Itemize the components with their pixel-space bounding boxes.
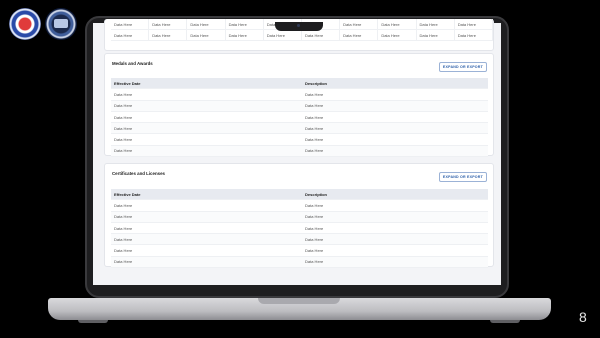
medals-section-title: Medals and Awards <box>112 61 153 66</box>
table-cell: Data Here <box>339 29 379 41</box>
table-cell: Data Here <box>302 133 488 146</box>
table-cell: Data Here <box>377 19 417 30</box>
table-cell: Data Here <box>111 29 150 41</box>
table-cell: Data Here <box>148 19 188 30</box>
certs-export-button[interactable]: EXPAND OR EXPORT <box>438 172 487 182</box>
table-row[interactable]: Data Here Data Here <box>111 100 488 112</box>
certs-table: Effective Date Description Data Here Data… <box>111 189 488 269</box>
table-cell: Data Here <box>302 233 488 246</box>
table-row[interactable]: Data Here Data Here <box>111 133 488 146</box>
agency-logo <box>45 8 77 40</box>
table-row[interactable]: Data Here Data Here <box>111 233 488 246</box>
table-cell: Data Here <box>302 256 488 269</box>
table-row[interactable]: Data Here Data Here <box>111 122 488 135</box>
table-cell: Data Here <box>111 145 302 158</box>
table-row[interactable]: Data Here Data Here <box>111 88 488 101</box>
table-cell: Data Here <box>111 111 302 124</box>
table-cell: Data Here <box>111 244 302 257</box>
table-cell: Data Here <box>111 19 150 30</box>
table-cell: Data Here <box>111 88 302 101</box>
laptop-base-notch <box>258 298 340 304</box>
table-cell: Data Here <box>301 29 341 41</box>
column-header-effective-date[interactable]: Effective Date <box>111 189 302 201</box>
table-cell: Data Here <box>302 211 488 223</box>
table-cell: Data Here <box>225 19 264 30</box>
table-cell: Data Here <box>186 29 226 41</box>
laptop-foot-left <box>78 320 108 323</box>
table-cell: Data Here <box>111 256 302 269</box>
column-header-effective-date[interactable]: Effective Date <box>111 78 302 90</box>
table-cell: Data Here <box>263 29 302 41</box>
table-cell: Data Here <box>339 19 379 30</box>
medals-table: Effective Date Description Data Here Data… <box>111 78 488 158</box>
table-cell: Data Here <box>454 19 494 30</box>
table-row[interactable]: Data Here Data Here <box>111 244 488 257</box>
table-cell: Data Here <box>148 29 188 41</box>
column-header-description[interactable]: Description <box>302 78 488 90</box>
table-cell: Data Here <box>302 122 488 135</box>
table-row[interactable]: Data Here Data Here Data Here Data Here Data… <box>111 29 494 41</box>
table-row[interactable]: Data Here Data Here <box>111 111 488 124</box>
table-cell: Data Here <box>111 222 302 235</box>
seal-logo <box>9 8 41 40</box>
table-cell: Data Here <box>302 199 488 212</box>
table-row[interactable]: Data Here Data Here <box>111 222 488 235</box>
certs-section-title: Certificates and Licenses <box>112 171 165 176</box>
table-cell: Data Here <box>111 133 302 146</box>
table-row[interactable]: Data Here Data Here <box>111 256 488 269</box>
table-cell: Data Here <box>416 29 455 41</box>
table-row[interactable]: Data Here Data Here <box>111 199 488 212</box>
table-cell: Data Here <box>111 233 302 246</box>
table-cell: Data Here <box>186 19 226 30</box>
table-row[interactable]: Data Here Data Here <box>111 145 488 158</box>
table-cell: Data Here <box>111 199 302 212</box>
table-cell: Data Here <box>302 244 488 257</box>
table-cell: Data Here <box>302 100 488 112</box>
table-cell: Data Here <box>225 29 264 41</box>
table-cell: Data Here <box>302 111 488 124</box>
table-cell: Data Here <box>302 88 488 101</box>
table-cell: Data Here <box>377 29 417 41</box>
table-row[interactable]: Data Here Data Here <box>111 211 488 223</box>
table-cell: Data Here <box>416 19 455 30</box>
medals-awards-panel: Medals and Awards EXPAND OR EXPORT Effec… <box>104 53 494 158</box>
table-cell: Data Here <box>302 222 488 235</box>
table-cell: Data Here <box>111 211 302 223</box>
camera-notch <box>275 22 323 31</box>
table-cell: Data Here <box>302 145 488 158</box>
table-cell: Data Here <box>454 29 494 41</box>
laptop-foot-right <box>490 320 520 323</box>
slide-page-number: 8 <box>579 309 587 325</box>
column-header-description[interactable]: Description <box>302 189 488 201</box>
certificates-licenses-panel: Certificates and Licenses EXPAND OR EXPO… <box>104 163 494 269</box>
medals-export-button[interactable]: EXPAND OR EXPORT <box>438 62 487 72</box>
table-cell: Data Here <box>111 100 302 112</box>
table-cell: Data Here <box>111 122 302 135</box>
